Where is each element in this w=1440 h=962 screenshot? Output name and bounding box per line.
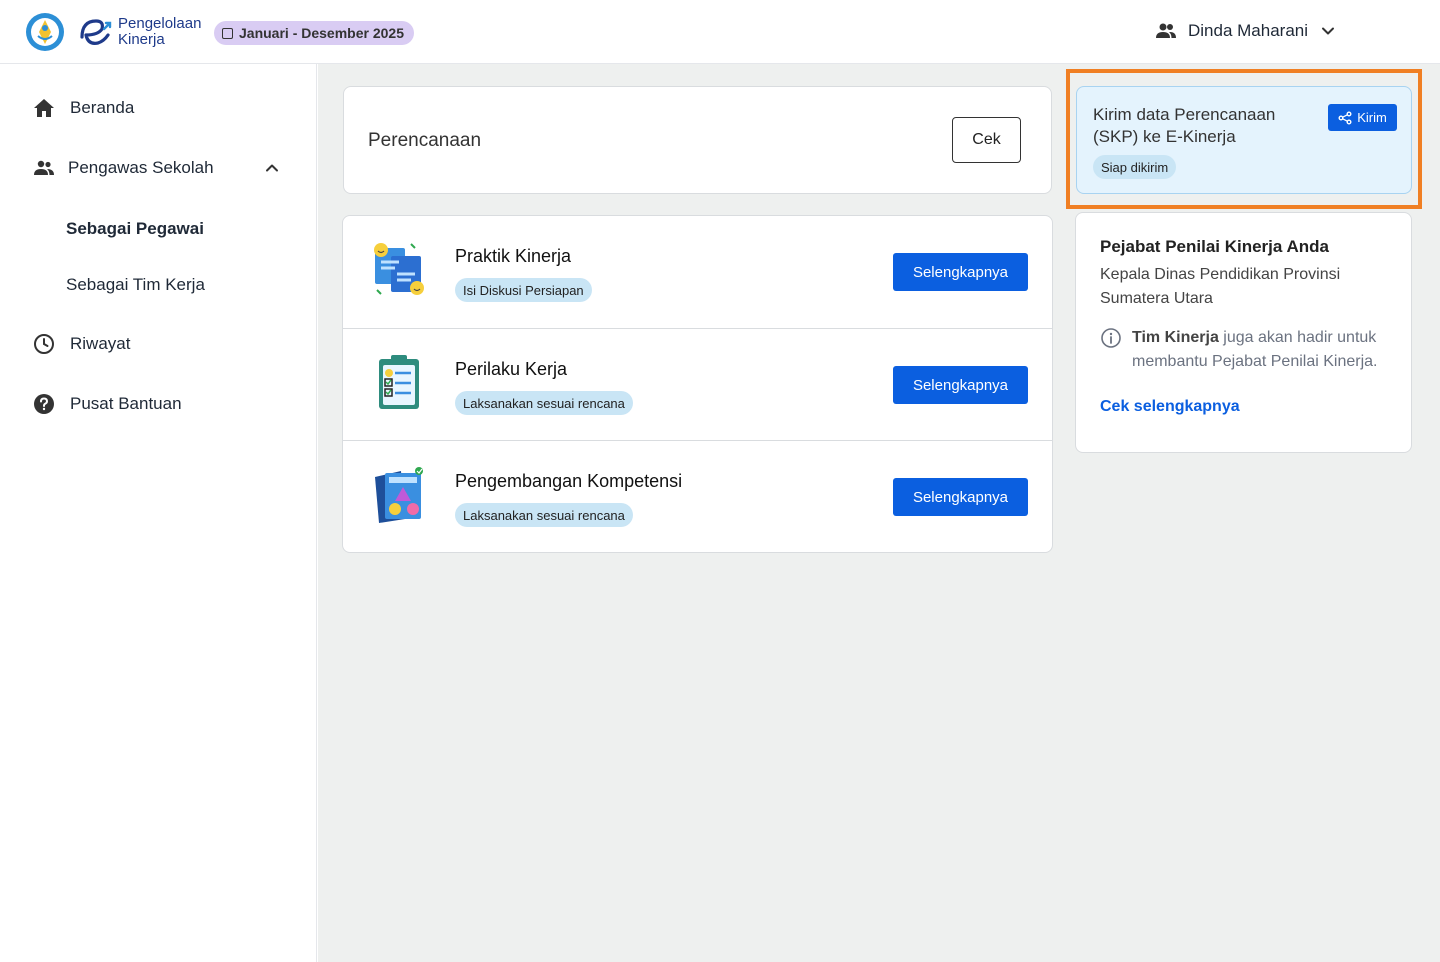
assessor-info: Tim Kinerja juga akan hadir untuk memban… [1132,326,1402,374]
sidebar-item-sebagai-pegawai[interactable]: Sebagai Pegawai [66,219,204,239]
help-icon [32,392,56,416]
sidebar-item-label: Riwayat [70,334,131,353]
app-name-line1: Pengelolaan [118,15,202,32]
pengelolaan-kinerja-logo: Pengelolaan Kinerja [78,14,201,50]
sidebar-item-sebagai-tim-kerja[interactable]: Sebagai Tim Kerja [66,275,205,295]
square-icon [222,27,233,39]
cek-button[interactable]: Cek [952,117,1021,163]
list-item: Perilaku Kerja Laksanakan sesuai rencana… [343,328,1052,440]
cek-selengkapnya-link[interactable]: Cek selengkapnya [1100,398,1240,416]
assessor-description: Kepala Dinas Pendidikan Provinsi Sumater… [1100,266,1341,307]
people-icon [32,156,56,180]
tut-wuri-handayani-logo [26,13,64,51]
status-badge: Isi Diskusi Persiapan [455,278,592,302]
chevron-down-icon [1322,27,1335,35]
sidebar: Beranda Pengawas Sekolah Sebagai Pegawai… [0,64,317,962]
planning-card: Perencanaan Cek [343,86,1052,194]
sidebar-item-label: Pusat Bantuan [70,394,182,413]
period-chip[interactable]: Januari - Desember 2025 [214,21,414,45]
e-logo-icon [80,19,112,45]
planning-title: Perencanaan [368,130,482,151]
competency-book-illustration [375,467,423,523]
list-item: Praktik Kinerja Isi Diskusi Persiapan Se… [343,216,1052,328]
user-menu[interactable]: Dinda Maharani [1154,16,1338,46]
selengkapnya-button[interactable]: Selengkapnya [893,366,1028,404]
app-name-line2: Kinerja [118,31,165,48]
chevron-up-icon[interactable] [262,158,282,178]
period-label: Januari - Desember 2025 [239,25,404,41]
status-badge: Laksanakan sesuai rencana [455,391,633,415]
selengkapnya-button[interactable]: Selengkapnya [893,253,1028,291]
user-name: Dinda Maharani [1188,21,1309,40]
people-icon [1156,23,1176,38]
list-item: Pengembangan Kompetensi Laksanakan sesua… [343,440,1052,552]
assessor-card: Pejabat Penilai Kinerja Anda Kepala Dina… [1075,212,1412,453]
sidebar-item-pengawas-sekolah[interactable]: Pengawas Sekolah [32,156,214,180]
sidebar-item-label: Beranda [70,98,135,117]
info-bold: Tim Kinerja [1132,329,1219,346]
praktik-kinerja-illustration [374,243,424,295]
sidebar-item-riwayat[interactable]: Riwayat [32,332,130,356]
activity-list-card: Praktik Kinerja Isi Diskusi Persiapan Se… [342,215,1053,553]
sidebar-item-pusat-bantuan[interactable]: Pusat Bantuan [32,392,182,416]
sidebar-item-label: Pengawas Sekolah [68,158,214,177]
top-header: Pengelolaan Kinerja Januari - Desember 2… [0,0,1440,64]
clock-icon [32,332,56,356]
home-icon [32,96,56,120]
activity-title: Praktik Kinerja [455,246,572,266]
info-icon [1101,328,1121,348]
assessor-title: Pejabat Penilai Kinerja Anda [1100,237,1329,256]
selengkapnya-button[interactable]: Selengkapnya [893,478,1028,516]
activity-title: Pengembangan Kompetensi [455,471,683,491]
sidebar-item-beranda[interactable]: Beranda [32,96,134,120]
status-badge: Laksanakan sesuai rencana [455,503,633,527]
highlight-outline [1066,69,1422,209]
clipboard-checklist-illustration [379,355,419,409]
activity-title: Perilaku Kerja [455,359,568,379]
